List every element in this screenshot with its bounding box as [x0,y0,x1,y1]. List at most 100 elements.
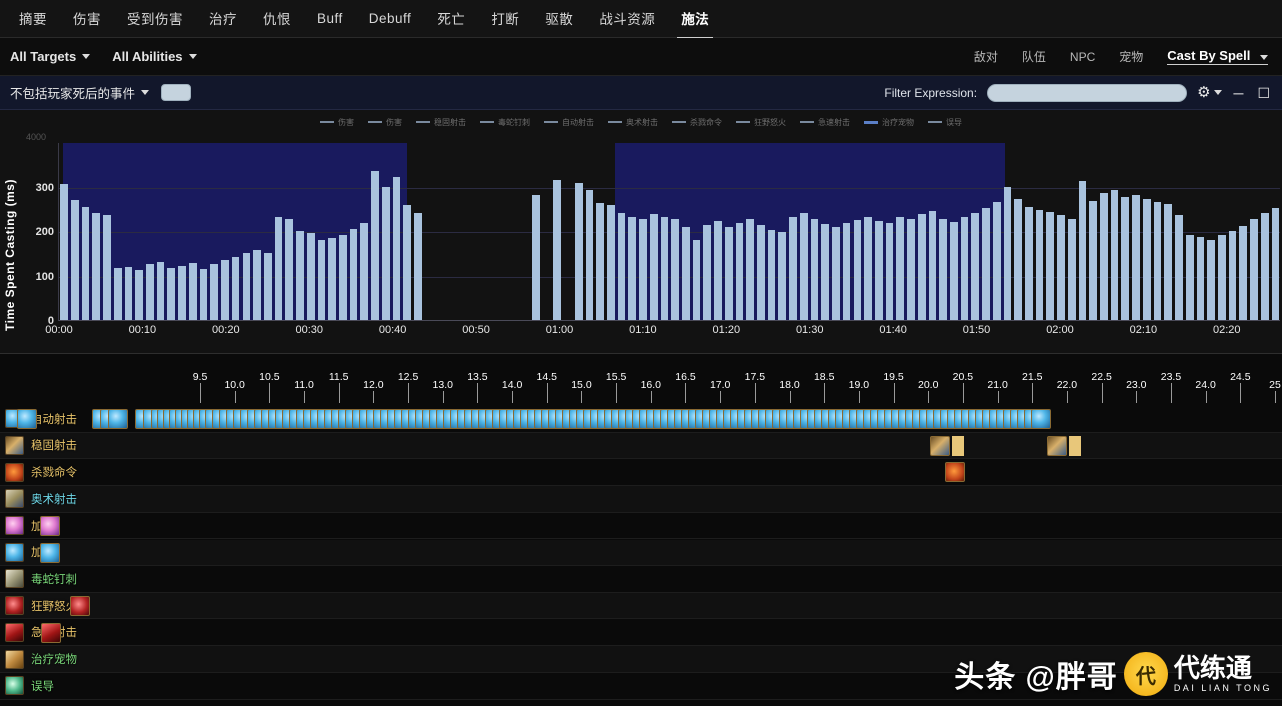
legend-item-7[interactable]: 杀戮命令 [672,117,722,128]
chart-bar[interactable] [403,205,411,320]
filter-chip-4[interactable]: 宠物 [1119,48,1143,65]
chart-bar[interactable] [585,190,594,320]
tab-7[interactable]: Debuff [356,2,425,36]
chart-bar[interactable] [60,184,68,320]
chart-bar[interactable] [842,223,851,320]
cast-by-dropdown[interactable]: Cast By Spell [1167,48,1268,65]
cast-event-icon[interactable] [1047,435,1067,456]
chart-bar[interactable] [821,224,830,320]
chart-bar[interactable] [789,216,797,320]
minimize-icon[interactable]: ─ [1232,86,1246,100]
chart-bar[interactable] [146,264,154,320]
timeline-row-header[interactable]: 奥术射击 [0,486,190,512]
chart-bar[interactable] [810,218,819,320]
legend-item-5[interactable]: 自动射击 [544,117,594,128]
chart-bar[interactable] [1089,200,1098,320]
filter-chip-1[interactable]: 敌对 [974,48,998,65]
chart-bar[interactable] [242,253,251,320]
chart-bar[interactable] [778,231,787,320]
cast-event-icon[interactable] [40,542,60,563]
filter-chip-3[interactable]: NPC [1070,50,1095,64]
chart-bar[interactable] [349,228,358,320]
chart-bar[interactable] [263,253,272,320]
chart-bar[interactable] [574,182,583,320]
chart-bar[interactable] [1057,214,1065,320]
chart-bar[interactable] [682,227,690,320]
cast-event-icon[interactable] [108,409,128,429]
chart-bar[interactable] [1121,197,1130,320]
chart-bar[interactable] [692,239,701,320]
chart-bar[interactable] [1196,237,1205,320]
chart-bar[interactable] [1185,235,1194,320]
chart-bar[interactable] [767,230,776,320]
chart-bar[interactable] [135,270,144,320]
timeline-row-3[interactable]: 杀戮命令 [0,459,1282,486]
timeline-row-8[interactable]: 狂野怒火 [0,592,1282,620]
chart-bar[interactable] [1228,231,1237,320]
chart-bar[interactable] [660,216,669,320]
chart-bar[interactable] [92,213,101,320]
timeline-ruler[interactable]: 9.5 10.0 10.5 11.0 11.5 12.0 12.5 13.0 13.5 14.0 1… [0,354,1282,404]
timeline-row-header[interactable]: 毒蛇钉刺 [0,566,190,592]
chart-bar[interactable] [71,199,79,320]
chart-bar[interactable] [360,223,369,320]
chart-bar[interactable] [874,221,883,320]
chart-bar[interactable] [1110,190,1119,320]
chart-bar[interactable] [1260,213,1269,320]
expression-action-button[interactable] [161,84,192,101]
tab-5[interactable]: 仇恨 [250,0,304,38]
tab-2[interactable]: 伤害 [60,0,114,38]
filter-chip-2[interactable]: 队伍 [1022,48,1046,65]
legend-item-4[interactable]: 毒蛇钉刺 [480,117,530,128]
cast-event-icon[interactable] [1031,409,1051,429]
chart-bar[interactable] [113,267,122,320]
legend-item-9[interactable]: 急速射击 [800,117,850,128]
chart-bar[interactable] [1250,219,1258,320]
chart-bar[interactable] [746,218,755,320]
chart-bar[interactable] [596,203,604,320]
timeline-row-7[interactable]: 毒蛇钉刺 [0,566,1282,593]
chart-bar[interactable] [939,218,947,320]
chart-bar[interactable] [1153,201,1162,320]
chart-bar[interactable] [832,227,840,320]
all-abilities-dropdown[interactable]: All Abilities [112,49,197,64]
chart-bar[interactable] [1078,181,1087,320]
tab-9[interactable]: 打断 [478,0,532,38]
all-targets-dropdown[interactable]: All Targets [10,49,91,64]
timeline-row-header[interactable]: 狂野怒火 [0,593,190,619]
chart-bar[interactable] [338,234,347,320]
cast-event-icon[interactable] [41,622,61,643]
chart-bar[interactable] [1142,198,1151,320]
chart-bar[interactable] [1271,207,1280,320]
timeline-row-2[interactable]: 稳固射击 [0,432,1282,460]
chart-bar[interactable] [960,216,969,320]
chart-bar[interactable] [296,231,304,320]
timeline-row-header[interactable]: 杀戮命令 [0,459,190,485]
chart-bar[interactable] [896,216,905,320]
chart-bar[interactable] [167,267,176,320]
chart-bar[interactable] [81,206,90,320]
tab-11[interactable]: 战斗资源 [586,0,668,38]
tab-8[interactable]: 死亡 [424,0,478,38]
chart-bar[interactable] [274,216,283,320]
legend-item-11[interactable]: 误导 [928,117,962,128]
chart-bar[interactable] [992,201,1001,320]
chart-bar[interactable] [1217,235,1226,320]
chart-bar[interactable] [724,226,733,320]
timeline-row-5[interactable]: 加速 [0,513,1282,540]
chart-bar[interactable] [221,259,229,320]
timeline-row-4[interactable]: 奥术射击 [0,486,1282,513]
timeline-row-header[interactable]: 治疗宠物 [0,646,190,672]
chart-bar[interactable] [1100,192,1108,320]
chart-bar[interactable] [1014,198,1022,320]
chart-bar[interactable] [1239,225,1248,320]
chart-bar[interactable] [414,213,422,320]
timeline-row-header[interactable]: 稳固射击 [0,433,190,459]
chart-bar[interactable] [156,262,165,320]
chart-bar[interactable] [1046,212,1055,320]
chart-bar[interactable] [757,224,765,320]
chart-bar[interactable] [381,186,390,320]
tab-12[interactable]: 施法 [668,0,722,39]
tab-1[interactable]: 摘要 [6,0,60,38]
legend-item-8[interactable]: 狂野怒火 [736,117,786,128]
